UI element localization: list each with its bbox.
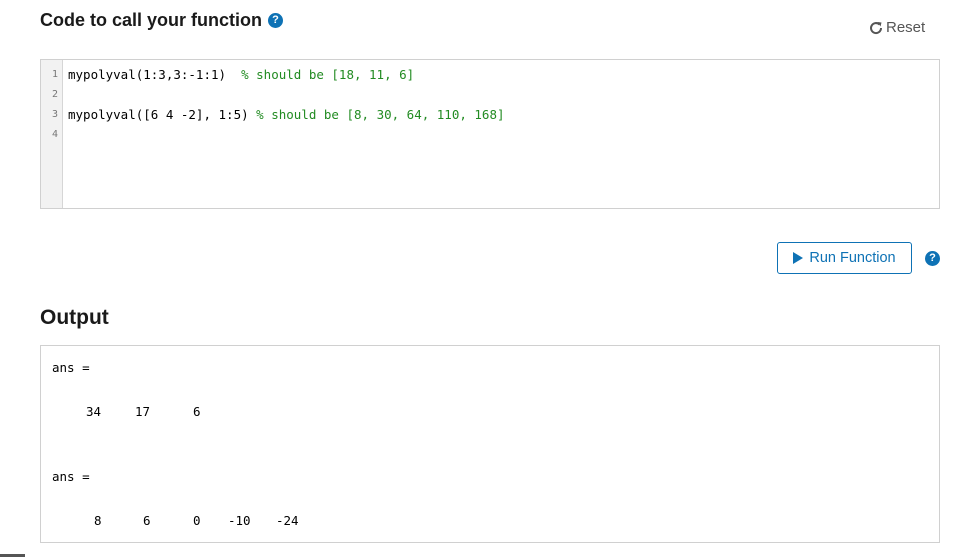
reset-button[interactable]: Reset: [868, 19, 925, 36]
run-function-button[interactable]: Run Function: [777, 242, 912, 274]
code-statement: mypolyval(1:3,3:-1:1): [68, 67, 242, 82]
run-function-label: Run Function: [809, 250, 896, 266]
output-value: 8: [94, 513, 102, 528]
code-comment: % should be [8, 30, 64, 110, 168]: [256, 107, 505, 122]
output-value: 17: [135, 404, 151, 419]
output-label: ans =: [52, 360, 90, 375]
code-editor[interactable]: 1 mypolyval(1:3,3:-1:1) % should be [18,…: [40, 59, 940, 209]
code-text: mypolyval(1:3,3:-1:1) % should be [18, 1…: [68, 65, 414, 85]
question-circle-icon[interactable]: ?: [925, 251, 940, 266]
output-value: -24: [276, 513, 299, 528]
question-circle-icon[interactable]: ?: [268, 13, 284, 28]
line-number: 3: [51, 109, 58, 120]
output-label: ans =: [52, 469, 90, 484]
code-section-title: Code to call your function ?: [40, 10, 284, 31]
output-value: 6: [143, 513, 151, 528]
output-title: Output: [40, 306, 109, 329]
line-number: 2: [51, 89, 58, 100]
code-text: mypolyval([6 4 -2], 1:5) % should be [8,…: [68, 105, 505, 125]
code-comment: % should be [18, 11, 6]: [241, 67, 415, 82]
play-icon: [793, 252, 804, 264]
output-value: 6: [193, 404, 201, 419]
output-value: 0: [193, 513, 201, 528]
line-number: 1: [51, 69, 58, 80]
code-statement: mypolyval([6 4 -2], 1:5): [68, 107, 257, 122]
refresh-icon: [870, 21, 883, 34]
code-section-title-text: Code to call your function: [40, 10, 263, 30]
line-number: 4: [51, 129, 58, 140]
output-value: 34: [86, 404, 102, 419]
reset-label: Reset: [886, 19, 926, 36]
output-value: -10: [228, 513, 251, 528]
output-panel: ans = 34 17 6 ans = 8 6 0 -10 -24: [40, 345, 940, 543]
